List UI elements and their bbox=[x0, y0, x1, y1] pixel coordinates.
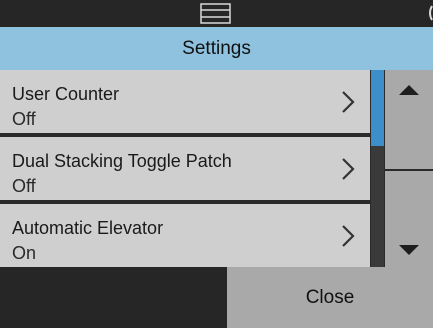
settings-item-dual-stacking-toggle-patch[interactable]: Dual Stacking Toggle Patch Off bbox=[0, 137, 370, 200]
scroll-track bbox=[371, 146, 384, 267]
setting-label: Dual Stacking Toggle Patch bbox=[12, 151, 232, 171]
chevron-right-icon bbox=[342, 225, 355, 247]
scanner-status-icon bbox=[200, 3, 231, 24]
page-title: Settings bbox=[0, 27, 433, 70]
setting-value: Off bbox=[12, 109, 36, 129]
settings-list: User Counter Off Dual Stacking Toggle Pa… bbox=[0, 70, 370, 267]
scroll-down-button[interactable] bbox=[385, 171, 433, 267]
arrow-down-icon bbox=[399, 245, 419, 255]
chevron-right-icon bbox=[342, 91, 355, 113]
setting-value: On bbox=[12, 243, 37, 263]
status-indicator-icon bbox=[429, 5, 433, 21]
setting-label: Automatic Elevator bbox=[12, 218, 164, 238]
chevron-right-icon bbox=[342, 158, 355, 180]
settings-item-automatic-elevator[interactable]: Automatic Elevator On bbox=[0, 204, 370, 267]
setting-value: Off bbox=[12, 176, 36, 196]
scroll-position-indicator bbox=[371, 70, 384, 146]
setting-label: User Counter bbox=[12, 84, 120, 104]
scroll-up-button[interactable] bbox=[385, 70, 433, 169]
status-bar bbox=[0, 0, 433, 27]
close-button[interactable]: Close bbox=[227, 267, 433, 328]
arrow-up-icon bbox=[399, 85, 419, 95]
settings-item-user-counter[interactable]: User Counter Off bbox=[0, 70, 370, 133]
